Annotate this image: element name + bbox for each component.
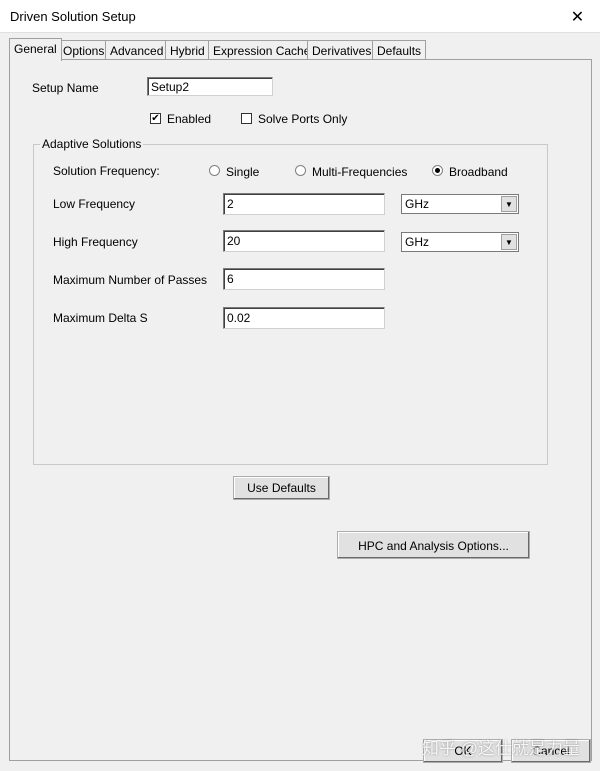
max-passes-input[interactable] [223, 268, 385, 290]
use-defaults-button[interactable]: Use Defaults [233, 476, 330, 500]
multi-frequencies-radio[interactable] [295, 165, 306, 176]
broadband-radio[interactable] [432, 165, 443, 176]
close-icon[interactable]: ✕ [555, 0, 600, 33]
tab-options[interactable]: Options [58, 40, 110, 60]
solve-ports-only-checkbox[interactable] [241, 113, 252, 124]
low-frequency-input[interactable] [223, 193, 385, 215]
high-frequency-label: High Frequency [53, 235, 138, 249]
high-frequency-unit-select[interactable]: GHz ▼ [401, 232, 519, 252]
max-passes-label: Maximum Number of Passes [53, 273, 208, 287]
single-radio[interactable] [209, 165, 220, 176]
enabled-checkbox[interactable]: ✔ [150, 113, 161, 124]
max-delta-s-input[interactable] [223, 307, 385, 329]
general-tab-panel: Setup Name ✔ Enabled Solve Ports Only Ad… [9, 59, 592, 761]
adaptive-solutions-title: Adaptive Solutions [40, 137, 144, 151]
tab-expression-cache[interactable]: Expression Cache [208, 40, 316, 60]
setup-name-label: Setup Name [32, 81, 99, 95]
multi-frequencies-radio-label: Multi-Frequencies [312, 165, 408, 179]
chevron-down-icon[interactable]: ▼ [501, 234, 517, 250]
adaptive-solutions-group: Adaptive Solutions Solution Frequency: S… [33, 137, 548, 465]
enabled-label: Enabled [167, 112, 212, 126]
setup-name-input[interactable] [147, 77, 273, 96]
chevron-down-icon[interactable]: ▼ [501, 196, 517, 212]
broadband-radio-label: Broadband [449, 165, 508, 179]
tab-derivatives[interactable]: Derivatives [307, 40, 377, 60]
radio-selected-dot [435, 168, 440, 173]
low-frequency-unit-select[interactable]: GHz ▼ [401, 194, 519, 214]
max-delta-s-label: Maximum Delta S [53, 311, 148, 325]
title-bar: Driven Solution Setup ✕ [0, 0, 600, 33]
tab-defaults[interactable]: Defaults [372, 40, 427, 60]
high-frequency-input[interactable] [223, 230, 385, 252]
hpc-analysis-options-button[interactable]: HPC and Analysis Options... [337, 531, 530, 559]
window-title: Driven Solution Setup [10, 9, 136, 24]
single-radio-label: Single [226, 165, 260, 179]
watermark: 知乎 @这仕就是力量 [422, 739, 580, 758]
tab-hybrid[interactable]: Hybrid [165, 40, 210, 60]
low-frequency-unit-value: GHz [405, 197, 429, 211]
solve-ports-only-label: Solve Ports Only [258, 112, 348, 126]
solution-frequency-label: Solution Frequency: [53, 164, 160, 178]
check-icon: ✔ [151, 113, 160, 124]
low-frequency-label: Low Frequency [53, 197, 136, 211]
tab-general[interactable]: General [9, 38, 62, 61]
tab-advanced[interactable]: Advanced [105, 40, 169, 60]
high-frequency-unit-value: GHz [405, 235, 429, 249]
